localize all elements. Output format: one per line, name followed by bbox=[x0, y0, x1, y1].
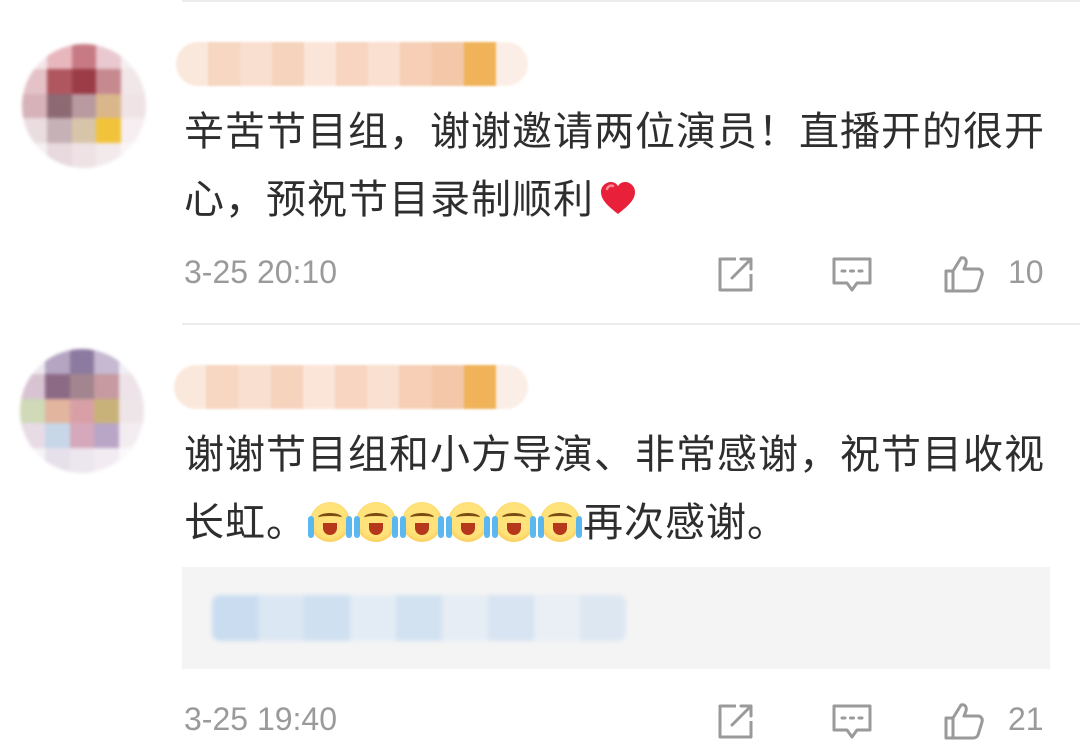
crying-laughing-face-icon bbox=[446, 502, 490, 542]
avatar[interactable] bbox=[22, 44, 146, 168]
reply-text-blurred bbox=[212, 595, 626, 641]
comment-meta: 3-25 20:10 10 bbox=[184, 254, 1050, 294]
like-icon[interactable] bbox=[942, 254, 986, 294]
timestamp: 3-25 20:10 bbox=[184, 254, 338, 290]
timestamp: 3-25 19:40 bbox=[184, 701, 338, 737]
heart-icon bbox=[601, 182, 635, 214]
emoji-row bbox=[307, 500, 583, 546]
comment-item: 辛苦节目组，谢谢邀请两位演员！直播开的很开心，预祝节目录制顺利 3-25 20:… bbox=[0, 0, 1080, 325]
share-icon[interactable] bbox=[714, 254, 758, 294]
comment-icon[interactable] bbox=[830, 701, 874, 741]
reply-preview[interactable] bbox=[182, 567, 1050, 669]
comment-text-after: 再次感谢。 bbox=[583, 500, 788, 546]
share-icon[interactable] bbox=[714, 701, 758, 741]
like-count: 21 bbox=[1008, 701, 1044, 737]
username-blurred[interactable] bbox=[174, 365, 528, 409]
comment-meta: 3-25 19:40 21 bbox=[184, 701, 1050, 741]
avatar[interactable] bbox=[20, 349, 144, 473]
crying-laughing-face-icon bbox=[354, 502, 398, 542]
comment-item: 谢谢节目组和小方导演、非常感谢，祝节目收视长虹。 再次感谢。 3-25 19:40… bbox=[0, 325, 1080, 740]
crying-laughing-face-icon bbox=[308, 502, 352, 542]
comment-text: 谢谢节目组和小方导演、非常感谢，祝节目收视长虹。 再次感谢。 bbox=[184, 421, 1064, 557]
crying-laughing-face-icon bbox=[538, 502, 582, 542]
comment-text: 辛苦节目组，谢谢邀请两位演员！直播开的很开心，预祝节目录制顺利 bbox=[184, 98, 1064, 234]
crying-laughing-face-icon bbox=[492, 502, 536, 542]
crying-laughing-face-icon bbox=[400, 502, 444, 542]
like-icon[interactable] bbox=[942, 701, 986, 741]
username-blurred[interactable] bbox=[176, 42, 528, 86]
comment-icon[interactable] bbox=[830, 254, 874, 294]
like-count: 10 bbox=[1008, 254, 1044, 290]
